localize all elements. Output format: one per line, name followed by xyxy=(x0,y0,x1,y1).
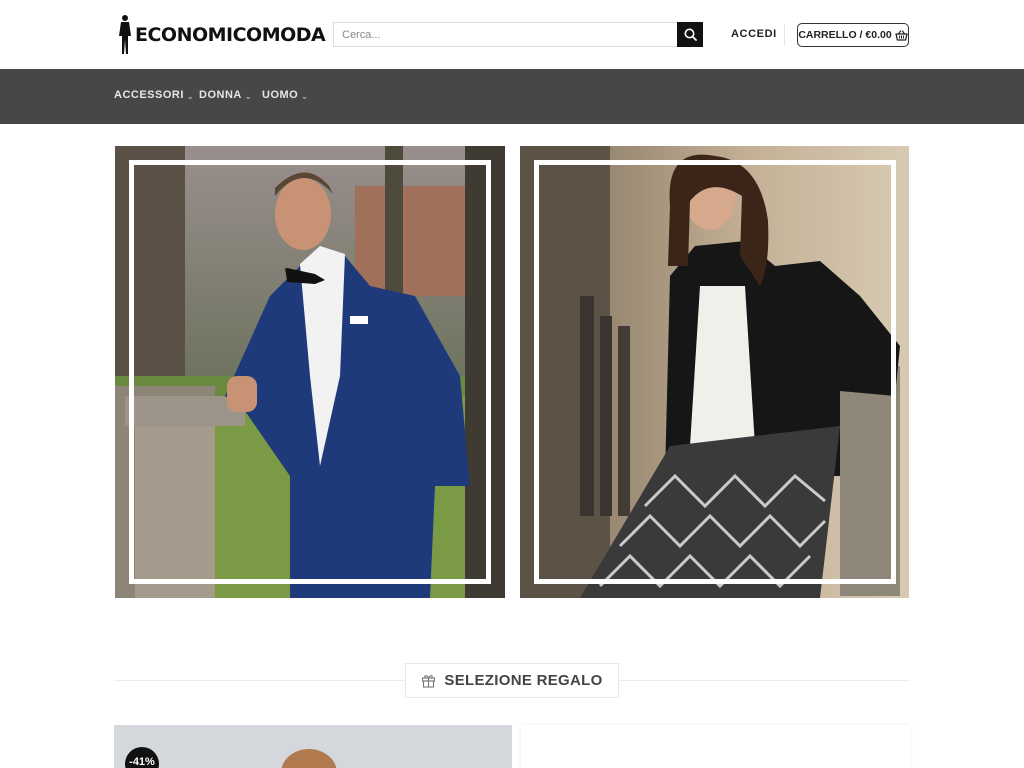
nav-item-accessori[interactable]: ACCESSORI ⌄ xyxy=(114,89,194,101)
site-logo[interactable]: ECONOMICOMODA xyxy=(117,14,326,56)
login-link[interactable]: ACCEDI xyxy=(731,28,777,40)
banner-donna[interactable] xyxy=(520,146,909,598)
cart-button[interactable]: CARRELLO / €0.00 xyxy=(797,23,909,47)
gift-icon xyxy=(422,675,436,688)
search-icon xyxy=(684,28,697,41)
header-divider xyxy=(784,24,785,46)
chevron-down-icon: ⌄ xyxy=(186,91,195,101)
logo-figure-icon xyxy=(119,15,131,54)
nav-item-label: DONNA xyxy=(199,89,242,101)
product-card[interactable]: -41% xyxy=(114,725,512,768)
cart-label: CARRELLO / €0.00 xyxy=(798,29,892,41)
section-title: SELEZIONE REGALO xyxy=(444,672,603,689)
search-input[interactable] xyxy=(333,22,677,47)
banner-frame xyxy=(534,160,896,584)
nav-item-label: UOMO xyxy=(262,89,299,101)
nav-item-donna[interactable]: DONNA ⌄ xyxy=(199,89,252,101)
search-form xyxy=(333,22,703,47)
logo-text: ECONOMICOMODA xyxy=(135,24,326,46)
section-heading: SELEZIONE REGALO xyxy=(405,663,619,698)
chevron-down-icon: ⌄ xyxy=(301,91,309,101)
main-nav: ACCESSORI ⌄ DONNA ⌄ UOMO ⌄ xyxy=(0,69,1024,124)
search-button[interactable] xyxy=(677,22,703,47)
product-image xyxy=(114,725,512,768)
banner-frame xyxy=(129,160,491,584)
site-header: ECONOMICOMODA ACCEDI CARRELLO / €0.00 xyxy=(0,0,1024,69)
chevron-down-icon: ⌄ xyxy=(244,91,253,101)
product-card[interactable] xyxy=(521,725,910,768)
nav-item-uomo[interactable]: UOMO ⌄ xyxy=(262,89,308,101)
nav-item-label: ACCESSORI xyxy=(114,89,184,101)
sale-badge-text: -41% xyxy=(129,756,155,768)
banner-uomo[interactable] xyxy=(115,146,505,598)
basket-icon xyxy=(895,29,908,41)
